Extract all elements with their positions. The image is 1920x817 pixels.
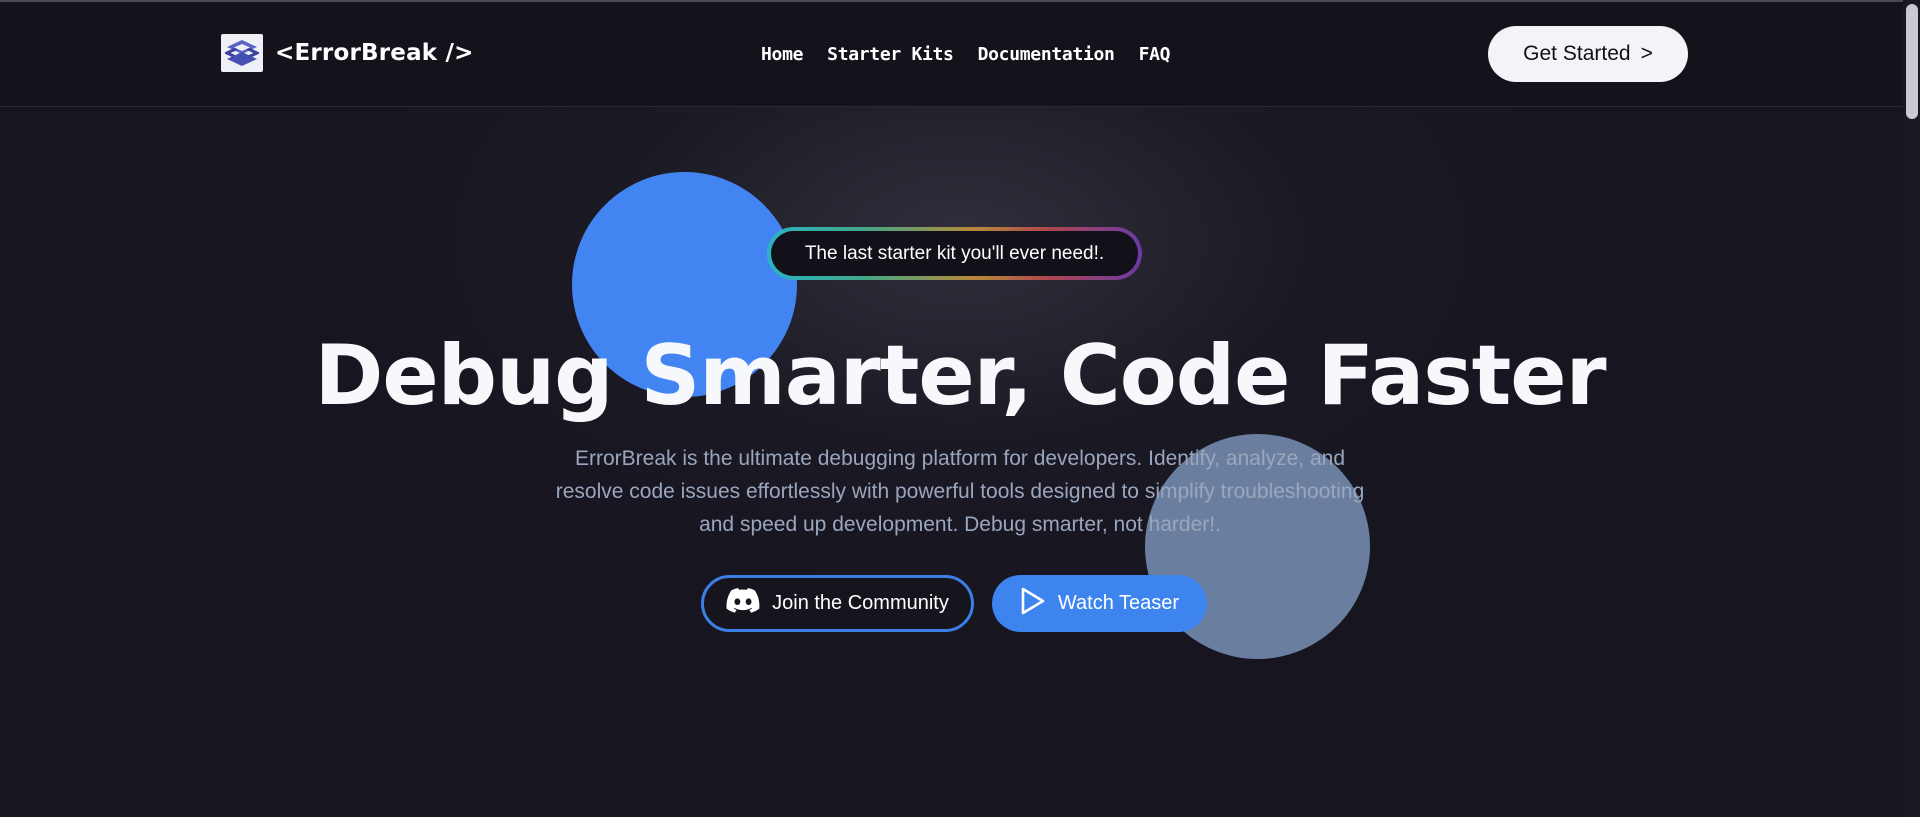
nav-starter-kits[interactable]: Starter Kits	[827, 44, 954, 65]
watch-teaser-button[interactable]: Watch Teaser	[992, 575, 1207, 632]
hero-description: ErrorBreak is the ultimate debugging pla…	[555, 447, 1365, 536]
watch-teaser-label: Watch Teaser	[1057, 592, 1180, 614]
main-nav: Home Starter Kits Documentation FAQ	[761, 44, 1171, 65]
logo-text: <ErrorBreak />	[275, 40, 474, 66]
site-header: <ErrorBreak /> Home Starter Kits Documen…	[0, 2, 1920, 107]
play-icon	[1020, 587, 1046, 621]
nav-documentation[interactable]: Documentation	[978, 44, 1115, 65]
hero-title: Debug Smarter, Code Faster	[314, 327, 1606, 424]
chevron-right-icon: >	[1640, 42, 1653, 65]
tagline-badge-text: The last starter kit you'll ever need!.	[771, 231, 1138, 276]
logo-link[interactable]: <ErrorBreak />	[221, 34, 474, 72]
nav-home[interactable]: Home	[761, 44, 803, 65]
tagline-badge: The last starter kit you'll ever need!.	[767, 227, 1142, 280]
join-community-label: Join the Community	[772, 592, 949, 614]
get-started-button[interactable]: Get Started >	[1488, 26, 1688, 82]
page-scrollbar[interactable]	[1903, 0, 1920, 817]
join-community-button[interactable]: Join the Community	[701, 575, 974, 632]
nav-faq[interactable]: FAQ	[1139, 44, 1171, 65]
get-started-label: Get Started	[1523, 42, 1631, 65]
logo-icon	[221, 34, 263, 72]
page: <ErrorBreak /> Home Starter Kits Documen…	[0, 0, 1920, 817]
discord-icon	[726, 587, 760, 620]
scrollbar-thumb[interactable]	[1906, 4, 1918, 119]
